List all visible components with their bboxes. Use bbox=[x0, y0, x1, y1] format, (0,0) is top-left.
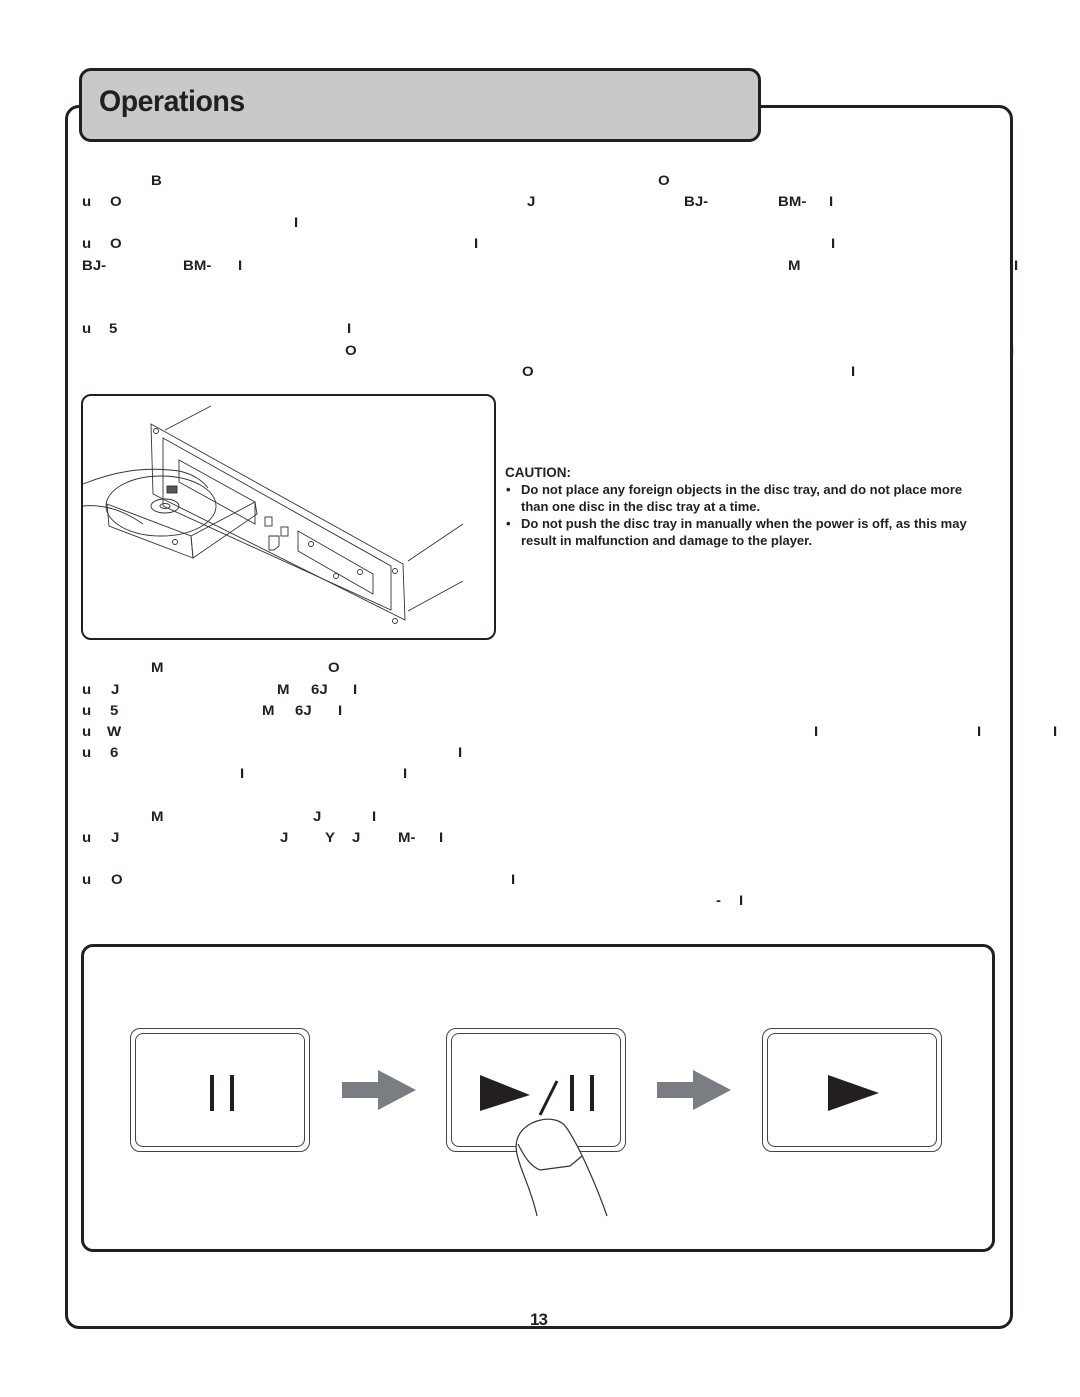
text-fragment: J bbox=[527, 193, 536, 210]
text-fragment: M bbox=[151, 659, 164, 676]
caution-heading: CAUTION: bbox=[505, 465, 571, 480]
chassis-edge bbox=[407, 580, 464, 612]
text-fragment: M bbox=[788, 257, 801, 274]
text-fragment: B bbox=[151, 172, 162, 189]
panel-button bbox=[264, 516, 273, 527]
text-fragment: J bbox=[280, 829, 289, 846]
finger-press-icon bbox=[515, 1118, 608, 1217]
section-title-tab: Operations bbox=[79, 68, 761, 142]
text-fragment: M bbox=[262, 702, 275, 719]
text-fragment: BM- bbox=[183, 257, 212, 274]
text-fragment: I bbox=[1014, 257, 1019, 274]
text-fragment: 6J bbox=[295, 702, 312, 719]
pause-icon bbox=[210, 1075, 234, 1111]
text-fragment: J bbox=[313, 808, 322, 825]
text-fragment: O bbox=[658, 172, 670, 189]
text-fragment: 6 bbox=[110, 744, 119, 761]
text-fragment: O bbox=[345, 342, 357, 359]
bullet-glyph: u bbox=[82, 829, 92, 846]
text-fragment: BJ- bbox=[82, 257, 107, 274]
text-fragment: I bbox=[511, 871, 516, 888]
text-fragment: I bbox=[458, 744, 463, 761]
arrow-right-icon bbox=[657, 1070, 731, 1110]
text-fragment: I bbox=[831, 235, 836, 252]
bullet-glyph: u bbox=[82, 702, 92, 719]
caution-notice: CAUTION: Do not place any foreign object… bbox=[505, 464, 975, 549]
text-fragment: I bbox=[372, 808, 377, 825]
text-fragment: - bbox=[716, 892, 721, 909]
text-fragment: 5 bbox=[110, 702, 119, 719]
bullet-glyph: u bbox=[82, 681, 92, 698]
mounting-hole bbox=[392, 618, 398, 624]
text-fragment: I bbox=[977, 723, 982, 740]
mounting-hole bbox=[392, 568, 398, 574]
text-fragment: O bbox=[110, 235, 122, 252]
text-fragment: O bbox=[328, 659, 340, 676]
disc-logo bbox=[166, 485, 178, 494]
disc-tray-illustration bbox=[81, 394, 496, 640]
page-number: 13 bbox=[530, 1310, 548, 1329]
caution-item: Do not push the disc tray in manually wh… bbox=[505, 515, 975, 549]
text-fragment: M- bbox=[398, 829, 416, 846]
text-fragment: O bbox=[111, 871, 123, 888]
text-fragment: I bbox=[238, 257, 243, 274]
text-fragment: I bbox=[814, 723, 819, 740]
text-fragment: I bbox=[439, 829, 444, 846]
chassis-edge bbox=[407, 523, 464, 562]
text-fragment: I bbox=[338, 702, 343, 719]
text-fragment: M bbox=[151, 808, 164, 825]
bullet-glyph: u bbox=[82, 320, 92, 337]
text-fragment: W bbox=[107, 723, 122, 740]
text-fragment: I bbox=[294, 214, 299, 231]
disc-tray-front bbox=[106, 503, 194, 559]
text-fragment: I bbox=[851, 363, 856, 380]
text-fragment: I bbox=[474, 235, 479, 252]
text-fragment: I bbox=[403, 765, 408, 782]
text-fragment: I bbox=[240, 765, 245, 782]
text-fragment: 6J bbox=[311, 681, 328, 698]
text-fragment: J bbox=[111, 829, 120, 846]
caution-item: Do not place any foreign objects in the … bbox=[505, 481, 975, 515]
mounting-hole bbox=[153, 428, 159, 434]
text-fragment: J bbox=[111, 681, 120, 698]
text-fragment: I bbox=[353, 681, 358, 698]
bullet-glyph: u bbox=[82, 193, 92, 210]
text-fragment: J bbox=[352, 829, 361, 846]
play-icon bbox=[828, 1075, 879, 1111]
cd-player-drawing bbox=[83, 405, 464, 624]
panel-button bbox=[268, 535, 280, 551]
text-fragment: O bbox=[522, 363, 534, 380]
text-fragment: I bbox=[347, 320, 352, 337]
hand-outline bbox=[83, 468, 209, 489]
play-key bbox=[762, 1028, 942, 1152]
text-fragment: Y bbox=[325, 829, 336, 846]
bullet-glyph: u bbox=[82, 723, 92, 740]
pause-key bbox=[130, 1028, 310, 1152]
bullet-glyph: u bbox=[82, 744, 92, 761]
arrow-right-icon bbox=[342, 1070, 416, 1110]
text-fragment: M bbox=[277, 681, 290, 698]
page-title: Operations bbox=[99, 85, 245, 118]
text-fragment: BM- bbox=[778, 193, 807, 210]
text-fragment: I bbox=[829, 193, 834, 210]
text-fragment: O bbox=[110, 193, 122, 210]
tray-slot bbox=[178, 459, 256, 525]
text-fragment: I bbox=[739, 892, 744, 909]
bullet-glyph: u bbox=[82, 235, 92, 252]
text-fragment: I bbox=[1053, 723, 1058, 740]
bullet-glyph: u bbox=[82, 871, 92, 888]
text-fragment: 5 bbox=[109, 320, 118, 337]
disc bbox=[105, 475, 217, 537]
text-fragment: I bbox=[1010, 342, 1015, 359]
panel-button bbox=[280, 526, 289, 537]
text-fragment: BJ- bbox=[684, 193, 709, 210]
caution-list: Do not place any foreign objects in the … bbox=[505, 481, 975, 549]
chassis-edge bbox=[164, 405, 212, 431]
